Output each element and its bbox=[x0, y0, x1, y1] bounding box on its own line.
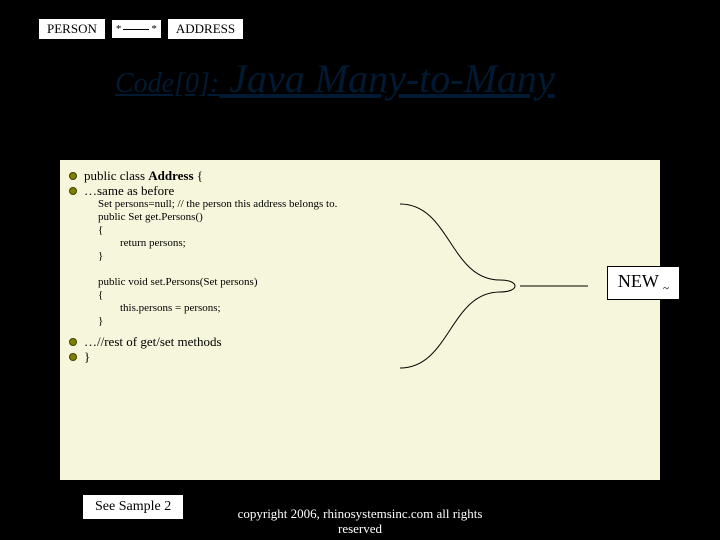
uml-mult-left: * bbox=[116, 23, 122, 35]
code-line: } bbox=[70, 250, 650, 263]
code-line: …//rest of get/set methods bbox=[70, 334, 650, 349]
code-line bbox=[70, 263, 650, 276]
new-label: NEW bbox=[618, 271, 659, 291]
code-line: public void set.Persons(Set persons) bbox=[70, 276, 650, 289]
uml-mult-right: * bbox=[151, 23, 157, 35]
code-line: Set persons=null; // the person this add… bbox=[70, 198, 650, 211]
code-line: } bbox=[70, 349, 650, 364]
uml-entity-address: ADDRESS bbox=[167, 18, 244, 40]
code-line: return persons; bbox=[70, 237, 650, 250]
code-line: this.persons = persons; bbox=[70, 302, 650, 315]
title-main: Java Many-to-Many bbox=[219, 56, 554, 101]
uml-association: * * bbox=[112, 20, 161, 38]
code-line: public Set get.Persons() bbox=[70, 211, 650, 224]
copyright-text: copyright 2006, rhinosystemsinc.com all … bbox=[230, 506, 490, 536]
code-line: …same as before bbox=[70, 183, 650, 198]
bullet-icon bbox=[70, 339, 76, 345]
slide-title: Code[0]: Java Many-to-Many bbox=[115, 55, 655, 102]
code-line: { bbox=[70, 289, 650, 302]
code-block: public class Address { …same as before S… bbox=[60, 160, 660, 480]
bullet-icon bbox=[70, 188, 76, 194]
new-callout: NEW ~ bbox=[607, 266, 680, 300]
code-line: { bbox=[70, 224, 650, 237]
see-sample-box: See Sample 2 bbox=[82, 494, 184, 520]
bullet-icon bbox=[70, 354, 76, 360]
title-prefix: Code[0]: bbox=[115, 68, 219, 99]
uml-entity-person: PERSON bbox=[38, 18, 106, 40]
bullet-icon bbox=[70, 173, 76, 179]
uml-diagram: PERSON * * ADDRESS bbox=[38, 18, 244, 40]
code-line: public class Address { bbox=[70, 168, 650, 183]
new-mark: ~ bbox=[663, 283, 669, 295]
code-line: } bbox=[70, 315, 650, 328]
